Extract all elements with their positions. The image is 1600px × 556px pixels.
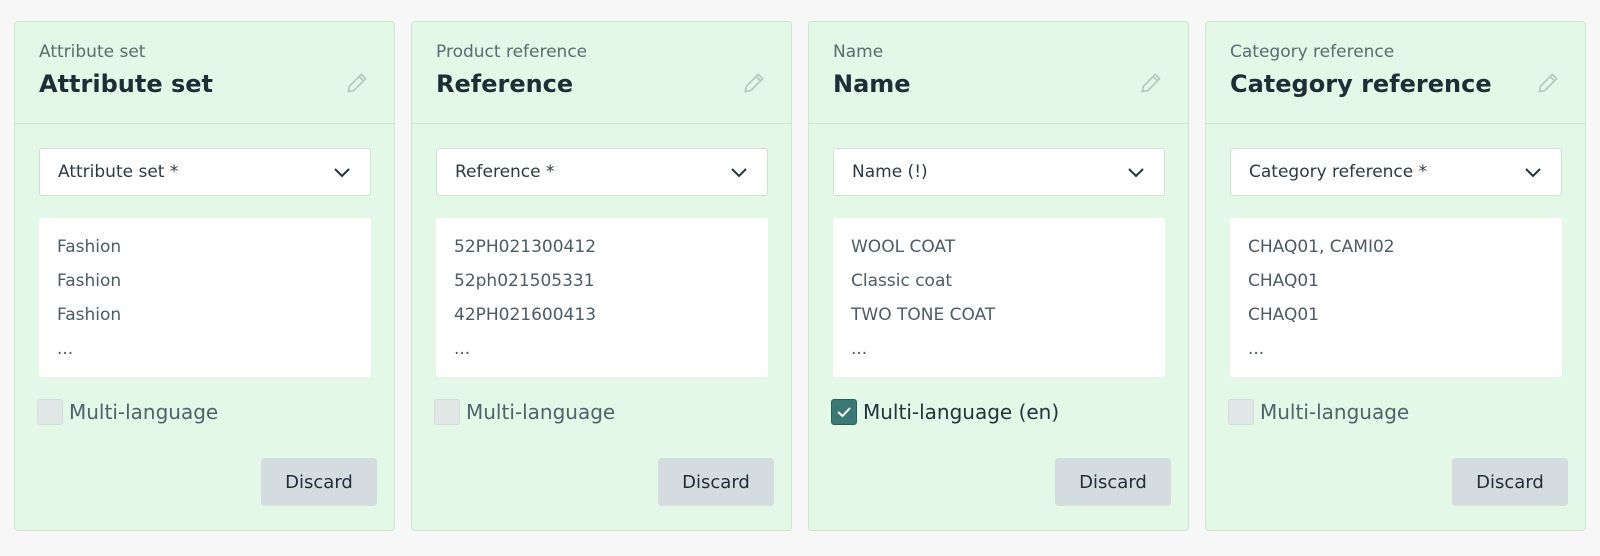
attribute-select[interactable]: Category reference *	[1230, 148, 1562, 196]
multi-language-checkbox[interactable]	[37, 399, 63, 425]
sample-value: CHAQ01, CAMI02	[1248, 237, 1395, 257]
sample-values-list: WOOL COAT Classic coat TWO TONE COAT ...	[833, 218, 1165, 377]
attribute-select[interactable]: Attribute set *	[39, 148, 371, 196]
sample-value: 42PH021600413	[454, 305, 597, 325]
sample-value: CHAQ01	[1248, 305, 1319, 325]
chevron-down-icon	[334, 168, 350, 178]
chevron-down-icon	[1128, 168, 1144, 178]
sample-values-list: 52PH021300412 52ph021505331 42PH02160041…	[436, 218, 768, 377]
card-subtitle: Product reference	[436, 42, 588, 62]
sample-value: WOOL COAT	[851, 237, 956, 257]
multi-language-label: Multi-language	[69, 400, 219, 424]
card-header: Attribute set Attribute set	[15, 22, 394, 124]
select-value: Attribute set *	[58, 162, 179, 182]
sample-values-list: Fashion Fashion Fashion ...	[39, 218, 371, 377]
card-subtitle: Name	[833, 42, 884, 62]
sample-values-list: CHAQ01, CAMI02 CHAQ01 CHAQ01 ...	[1230, 218, 1562, 377]
multi-language-label: Multi-language (en)	[863, 400, 1060, 424]
sample-value: Fashion	[57, 271, 122, 291]
card-title[interactable]: Reference	[436, 70, 767, 98]
pencil-icon[interactable]	[344, 70, 370, 96]
discard-button[interactable]: Discard	[658, 458, 774, 506]
attribute-set-card: Attribute set Attribute set Attribute se…	[14, 21, 395, 531]
sample-value: TWO TONE COAT	[851, 305, 996, 325]
sample-value: Fashion	[57, 305, 122, 325]
discard-button[interactable]: Discard	[261, 458, 377, 506]
check-icon	[837, 407, 851, 418]
name-card: Name Name Name (!) WOOL COAT Classic coa…	[808, 21, 1189, 531]
select-value: Reference *	[455, 162, 555, 182]
attribute-select[interactable]: Name (!)	[833, 148, 1165, 196]
card-header: Name Name	[809, 22, 1188, 124]
multi-language-checkbox[interactable]	[831, 399, 857, 425]
card-subtitle: Category reference	[1230, 42, 1395, 62]
multi-language-label: Multi-language	[1260, 400, 1410, 424]
multi-language-checkbox-row[interactable]: Multi-language	[434, 399, 615, 425]
discard-button[interactable]: Discard	[1452, 458, 1568, 506]
chevron-down-icon	[731, 168, 747, 178]
pencil-icon[interactable]	[1138, 70, 1164, 96]
card-title[interactable]: Category reference	[1230, 70, 1561, 98]
card-header: Product reference Reference	[412, 22, 791, 124]
sample-value: Fashion	[57, 237, 122, 257]
sample-value-ellipsis: ...	[57, 339, 74, 359]
multi-language-label: Multi-language	[466, 400, 616, 424]
card-title[interactable]: Attribute set	[39, 70, 370, 98]
multi-language-checkbox-row[interactable]: Multi-language	[37, 399, 218, 425]
multi-language-checkbox[interactable]	[434, 399, 460, 425]
sample-value-ellipsis: ...	[454, 339, 471, 359]
category-reference-card: Category reference Category reference Ca…	[1205, 21, 1586, 531]
sample-value-ellipsis: ...	[851, 339, 868, 359]
discard-button[interactable]: Discard	[1055, 458, 1171, 506]
chevron-down-icon	[1525, 168, 1541, 178]
multi-language-checkbox-row[interactable]: Multi-language (en)	[831, 399, 1059, 425]
attribute-select[interactable]: Reference *	[436, 148, 768, 196]
card-header: Category reference Category reference	[1206, 22, 1585, 124]
select-value: Category reference *	[1249, 162, 1428, 182]
pencil-icon[interactable]	[741, 70, 767, 96]
card-title[interactable]: Name	[833, 70, 1164, 98]
card-subtitle: Attribute set	[39, 42, 146, 62]
select-value: Name (!)	[852, 162, 928, 182]
multi-language-checkbox[interactable]	[1228, 399, 1254, 425]
sample-value: CHAQ01	[1248, 271, 1319, 291]
sample-value: 52ph021505331	[454, 271, 595, 291]
pencil-icon[interactable]	[1535, 70, 1561, 96]
product-reference-card: Product reference Reference Reference * …	[411, 21, 792, 531]
multi-language-checkbox-row[interactable]: Multi-language	[1228, 399, 1409, 425]
sample-value-ellipsis: ...	[1248, 339, 1265, 359]
mapping-card-row: Attribute set Attribute set Attribute se…	[14, 21, 1586, 531]
sample-value: Classic coat	[851, 271, 953, 291]
sample-value: 52PH021300412	[454, 237, 597, 257]
